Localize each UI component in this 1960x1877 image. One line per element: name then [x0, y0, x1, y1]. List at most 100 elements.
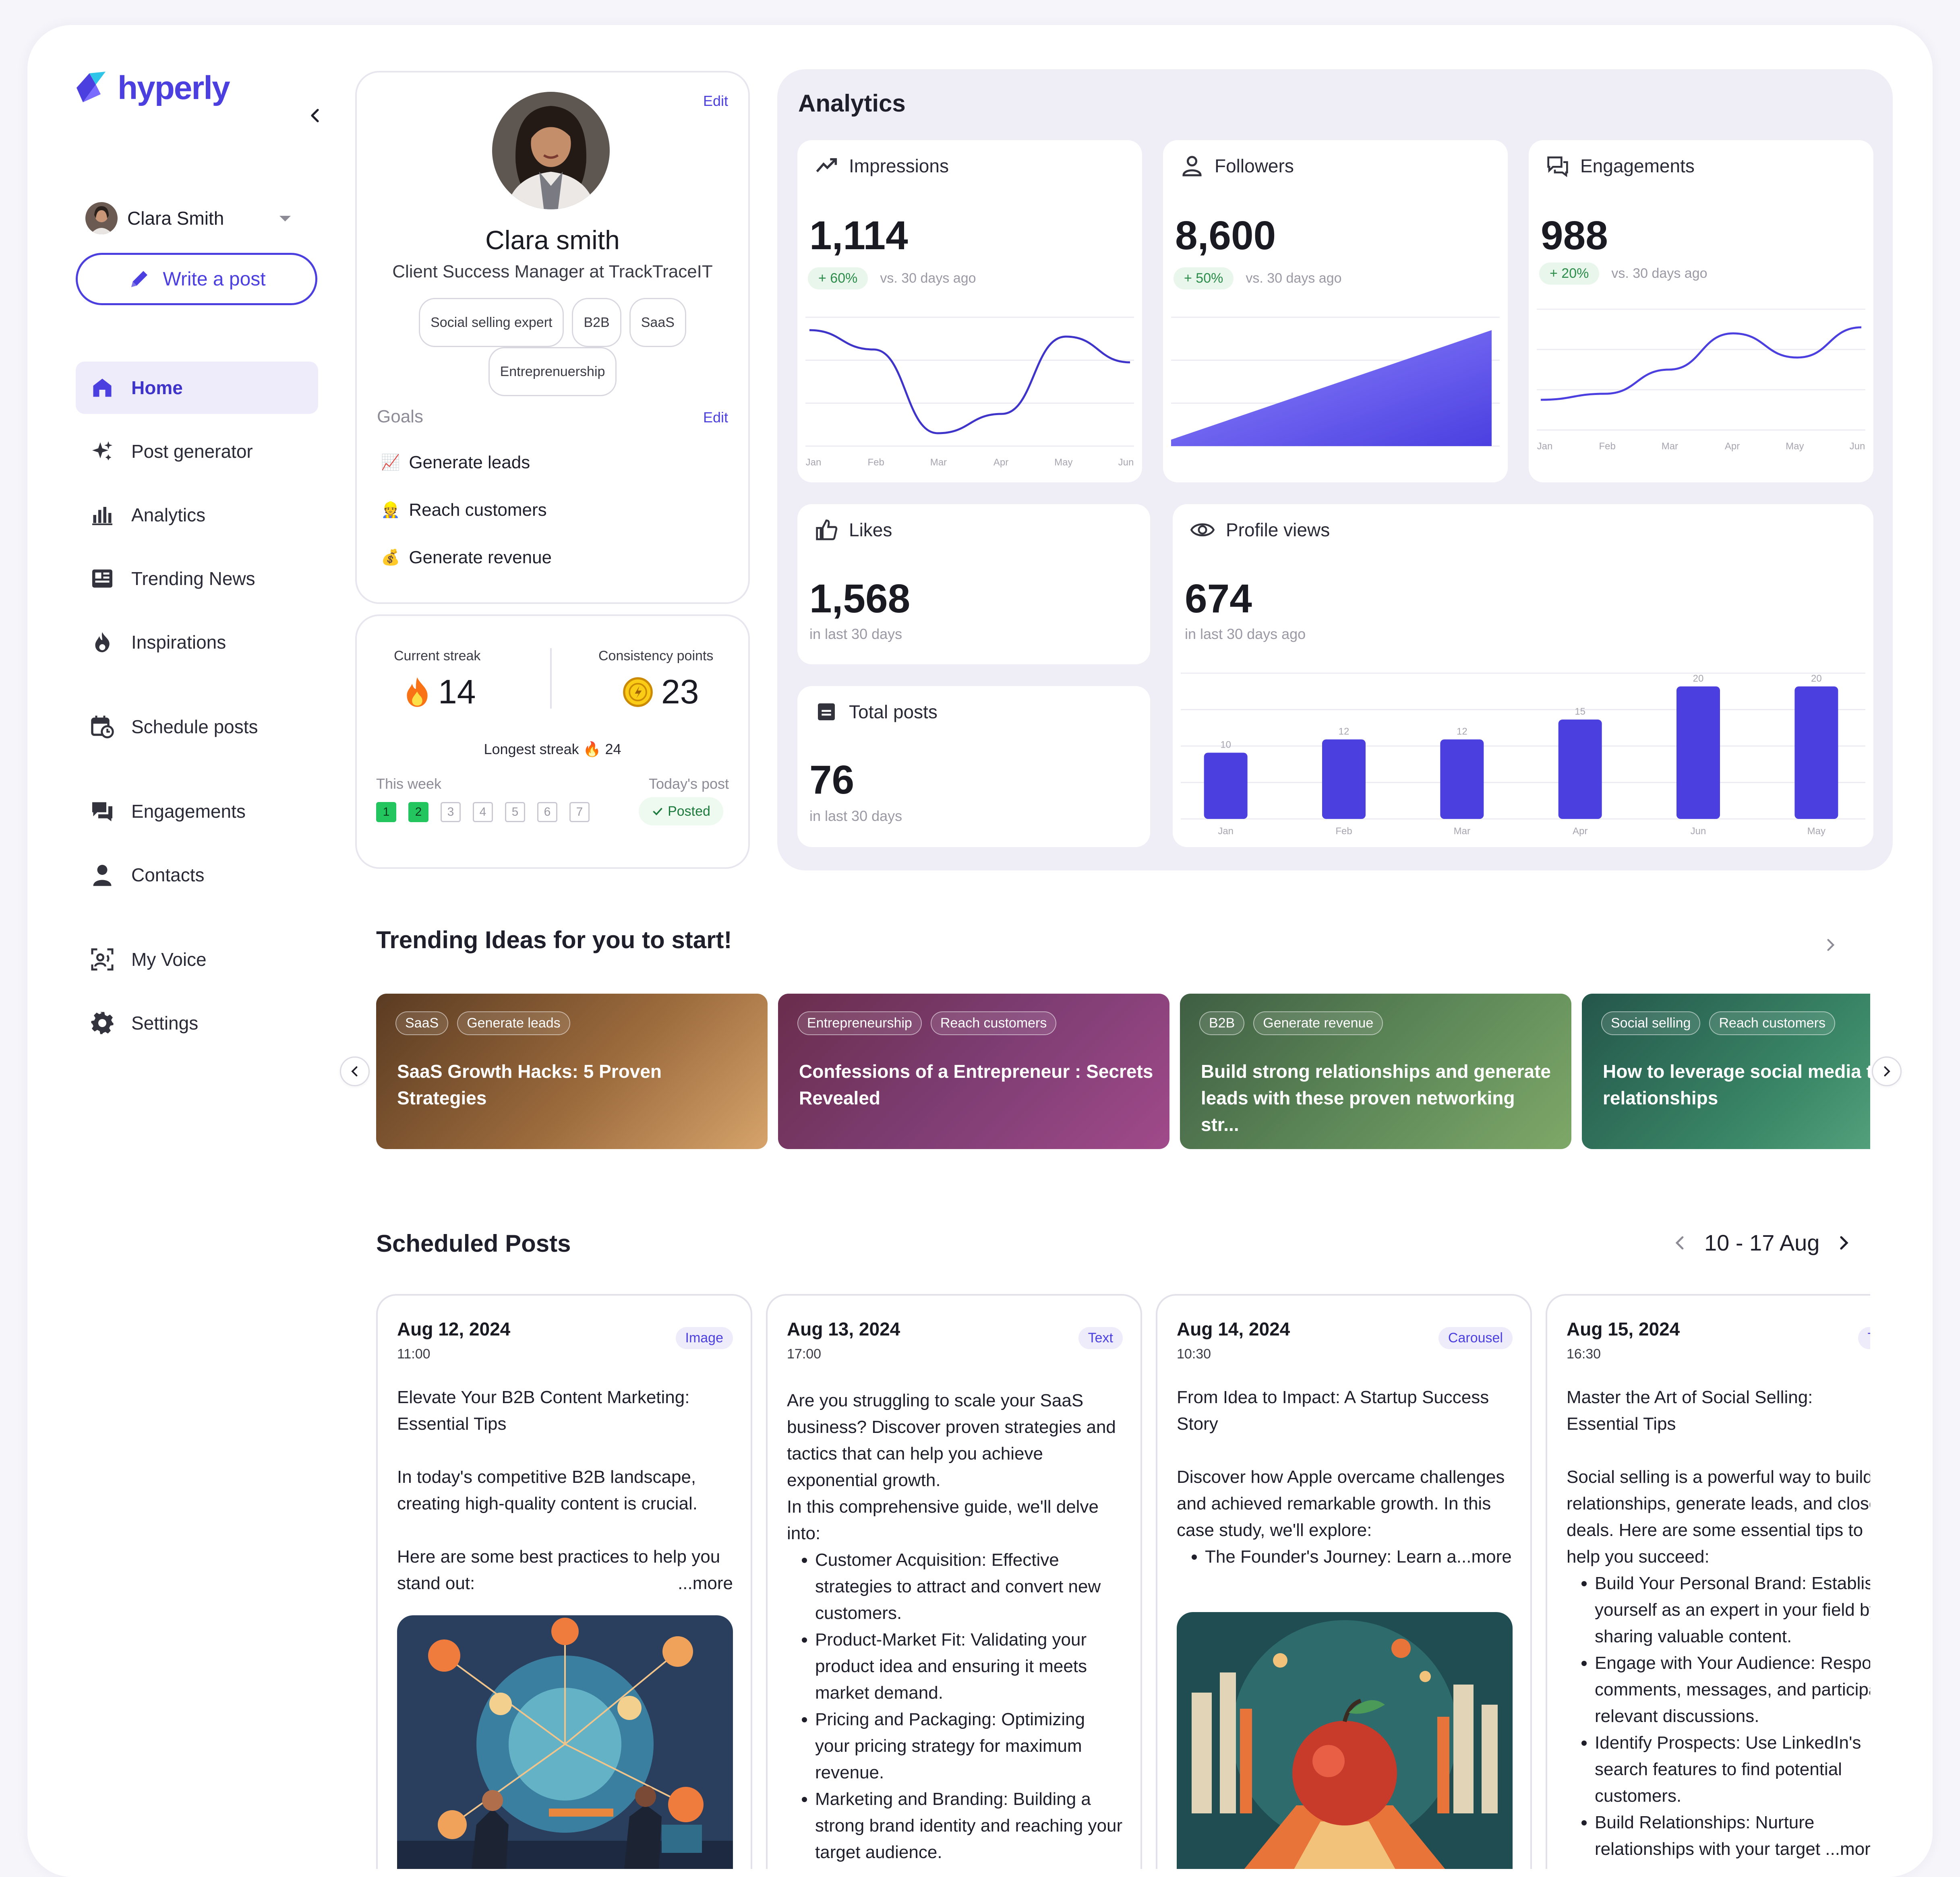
- chevron-right-icon[interactable]: [1836, 1235, 1852, 1251]
- trend-tag: Generate revenue: [1253, 1011, 1383, 1035]
- sidebar-item-engagements[interactable]: Engagements: [76, 785, 318, 837]
- date-range-label: 10 - 17 Aug: [1704, 1230, 1820, 1255]
- collapse-sidebar-button[interactable]: [301, 101, 329, 130]
- sidebar-item-label: Engagements: [131, 801, 246, 822]
- post-time: 11:00: [397, 1346, 430, 1362]
- trending-card[interactable]: SaaS Generate leads SaaS Growth Hacks: 5 …: [376, 994, 768, 1149]
- post-bullet: Product-Market Fit: Validating your prod…: [815, 1627, 1123, 1706]
- voice-scan-icon: [87, 944, 118, 975]
- post-body: From Idea to Impact: A Startup Success S…: [1177, 1384, 1513, 1570]
- sidebar: hyperly Clara Smith Write a post Home Po…: [27, 25, 333, 1877]
- scheduled-post-card[interactable]: Aug 15, 2024 16:30 Text Master the Art o…: [1546, 1294, 1870, 1869]
- trending-prev-button[interactable]: [340, 1056, 370, 1086]
- sidebar-item-schedule-posts[interactable]: Schedule posts: [76, 701, 318, 753]
- trend-title: Build strong relationships and generate …: [1201, 1061, 1551, 1135]
- logo-mark-icon: [77, 72, 106, 102]
- sidebar-item-post-generator[interactable]: Post generator: [76, 425, 318, 478]
- read-more-link[interactable]: ...more: [1825, 1839, 1870, 1859]
- sidebar-item-home[interactable]: Home: [76, 362, 318, 414]
- trend-tag: Generate leads: [457, 1011, 570, 1035]
- sidebar-item-label: Inspirations: [131, 632, 226, 653]
- post-type-badge: Text: [1858, 1327, 1870, 1349]
- post-date: Aug 15, 2024: [1567, 1319, 1680, 1340]
- post-bullet: Engage with Your Audience: Respond to co…: [1595, 1650, 1870, 1730]
- post-date: Aug 13, 2024: [787, 1319, 900, 1340]
- sidebar-item-label: Contacts: [131, 864, 205, 885]
- sidebar-item-label: Post generator: [131, 441, 253, 462]
- trend-tag: Entrepreneurship: [797, 1011, 922, 1035]
- person-icon: [87, 860, 118, 890]
- sparkle-icon: [87, 436, 118, 467]
- sidebar-item-label: Schedule posts: [131, 716, 258, 737]
- post-body: Are you struggling to scale your SaaS bu…: [787, 1387, 1123, 1866]
- post-date: Aug 14, 2024: [1177, 1319, 1290, 1340]
- trend-title: SaaS Growth Hacks: 5 Proven Strategies: [397, 1061, 662, 1108]
- scheduled-posts-list: Aug 12, 2024 11:00 Image Elevate Your B2…: [376, 1289, 1870, 1869]
- chat-bubbles-icon: [87, 796, 118, 827]
- trend-tag: B2B: [1199, 1011, 1245, 1035]
- trending-next-button[interactable]: [1872, 1056, 1902, 1086]
- post-time: 10:30: [1177, 1346, 1211, 1362]
- flame-icon: [87, 627, 118, 657]
- chevron-right-icon: [1884, 1066, 1890, 1077]
- home-icon: [87, 372, 118, 403]
- trend-tag: Reach customers: [930, 1011, 1057, 1035]
- post-bullet: Pricing and Packaging: Optimizing your p…: [815, 1706, 1123, 1786]
- scheduled-title: Scheduled Posts: [376, 1230, 571, 1257]
- sidebar-item-label: Home: [131, 377, 183, 398]
- trending-card[interactable]: B2B Generate revenue Build strong relatio…: [1180, 994, 1571, 1149]
- sidebar-item-label: Analytics: [131, 504, 206, 525]
- scheduled-post-card[interactable]: Aug 13, 2024 17:00 Text Are you struggli…: [766, 1294, 1142, 1869]
- newspaper-icon: [87, 563, 118, 594]
- post-body: Elevate Your B2B Content Marketing: Esse…: [397, 1384, 733, 1597]
- post-illustration: [397, 1615, 733, 1869]
- trend-tag: Social selling: [1601, 1011, 1701, 1035]
- read-more-link[interactable]: ...more: [678, 1570, 733, 1597]
- post-bullet: Identify Prospects: Use LinkedIn's searc…: [1595, 1730, 1870, 1809]
- sidebar-item-analytics[interactable]: Analytics: [76, 489, 318, 541]
- sidebar-item-contacts[interactable]: Contacts: [76, 849, 318, 901]
- logo[interactable]: hyperly: [72, 69, 230, 107]
- user-name: Clara Smith: [127, 208, 224, 229]
- sidebar-item-label: Trending News: [131, 568, 255, 589]
- chevron-left-icon: [351, 1066, 358, 1077]
- post-bullet: The Founder's Journey: Learn a...more: [1205, 1544, 1513, 1570]
- read-more-link[interactable]: ...more: [1457, 1547, 1512, 1567]
- calendar-clock-icon: [87, 711, 118, 742]
- post-bullet: Marketing and Branding: Building a stron…: [815, 1786, 1123, 1866]
- caret-down-icon: [279, 216, 291, 221]
- logo-text: hyperly: [118, 70, 230, 106]
- sidebar-item-my-voice[interactable]: My Voice: [76, 933, 318, 986]
- sidebar-item-label: Settings: [131, 1013, 199, 1034]
- date-range-nav: 10 - 17 Aug: [1672, 1230, 1852, 1256]
- scheduled-post-card[interactable]: Aug 14, 2024 10:30 Carousel From Idea to…: [1156, 1294, 1532, 1869]
- trend-title: Confessions of a Entrepreneur : Secrets …: [799, 1061, 1153, 1108]
- sidebar-item-settings[interactable]: Settings: [76, 997, 318, 1049]
- trend-tag: SaaS: [395, 1011, 449, 1035]
- user-switcher[interactable]: Clara Smith: [59, 194, 308, 242]
- post-time: 17:00: [787, 1346, 822, 1362]
- post-time: 16:30: [1567, 1346, 1601, 1362]
- post-body: Master the Art of Social Selling: Essent…: [1567, 1384, 1870, 1863]
- sidebar-item-label: My Voice: [131, 949, 207, 970]
- post-type-badge: Text: [1078, 1327, 1123, 1349]
- write-post-button[interactable]: Write a post: [76, 253, 317, 305]
- sidebar-item-inspirations[interactable]: Inspirations: [76, 616, 318, 668]
- pencil-icon: [131, 271, 148, 287]
- post-illustration: [1177, 1612, 1513, 1869]
- avatar: [85, 202, 118, 234]
- trending-card[interactable]: Social selling Reach customers How to lev…: [1582, 994, 1870, 1149]
- sidebar-item-trending-news[interactable]: Trending News: [76, 552, 318, 605]
- post-date: Aug 12, 2024: [397, 1319, 511, 1340]
- post-type-badge: Carousel: [1438, 1327, 1513, 1349]
- gear-icon: [87, 1008, 118, 1038]
- scheduled-post-card[interactable]: Aug 12, 2024 11:00 Image Elevate Your B2…: [376, 1294, 752, 1869]
- post-bullet: Build Your Personal Brand: Establish you…: [1595, 1570, 1870, 1650]
- trending-card[interactable]: Entrepreneurship Reach customers Confessi…: [778, 994, 1169, 1149]
- post-bullet: Build Relationships: Nurture relationshi…: [1595, 1809, 1870, 1863]
- app-window: hyperly Clara Smith Write a post Home Po…: [27, 25, 1933, 1877]
- bar-chart-icon: [87, 500, 118, 530]
- chevron-left-icon[interactable]: [1672, 1235, 1688, 1251]
- trend-tag: Reach customers: [1709, 1011, 1835, 1035]
- post-type-badge: Image: [675, 1327, 733, 1349]
